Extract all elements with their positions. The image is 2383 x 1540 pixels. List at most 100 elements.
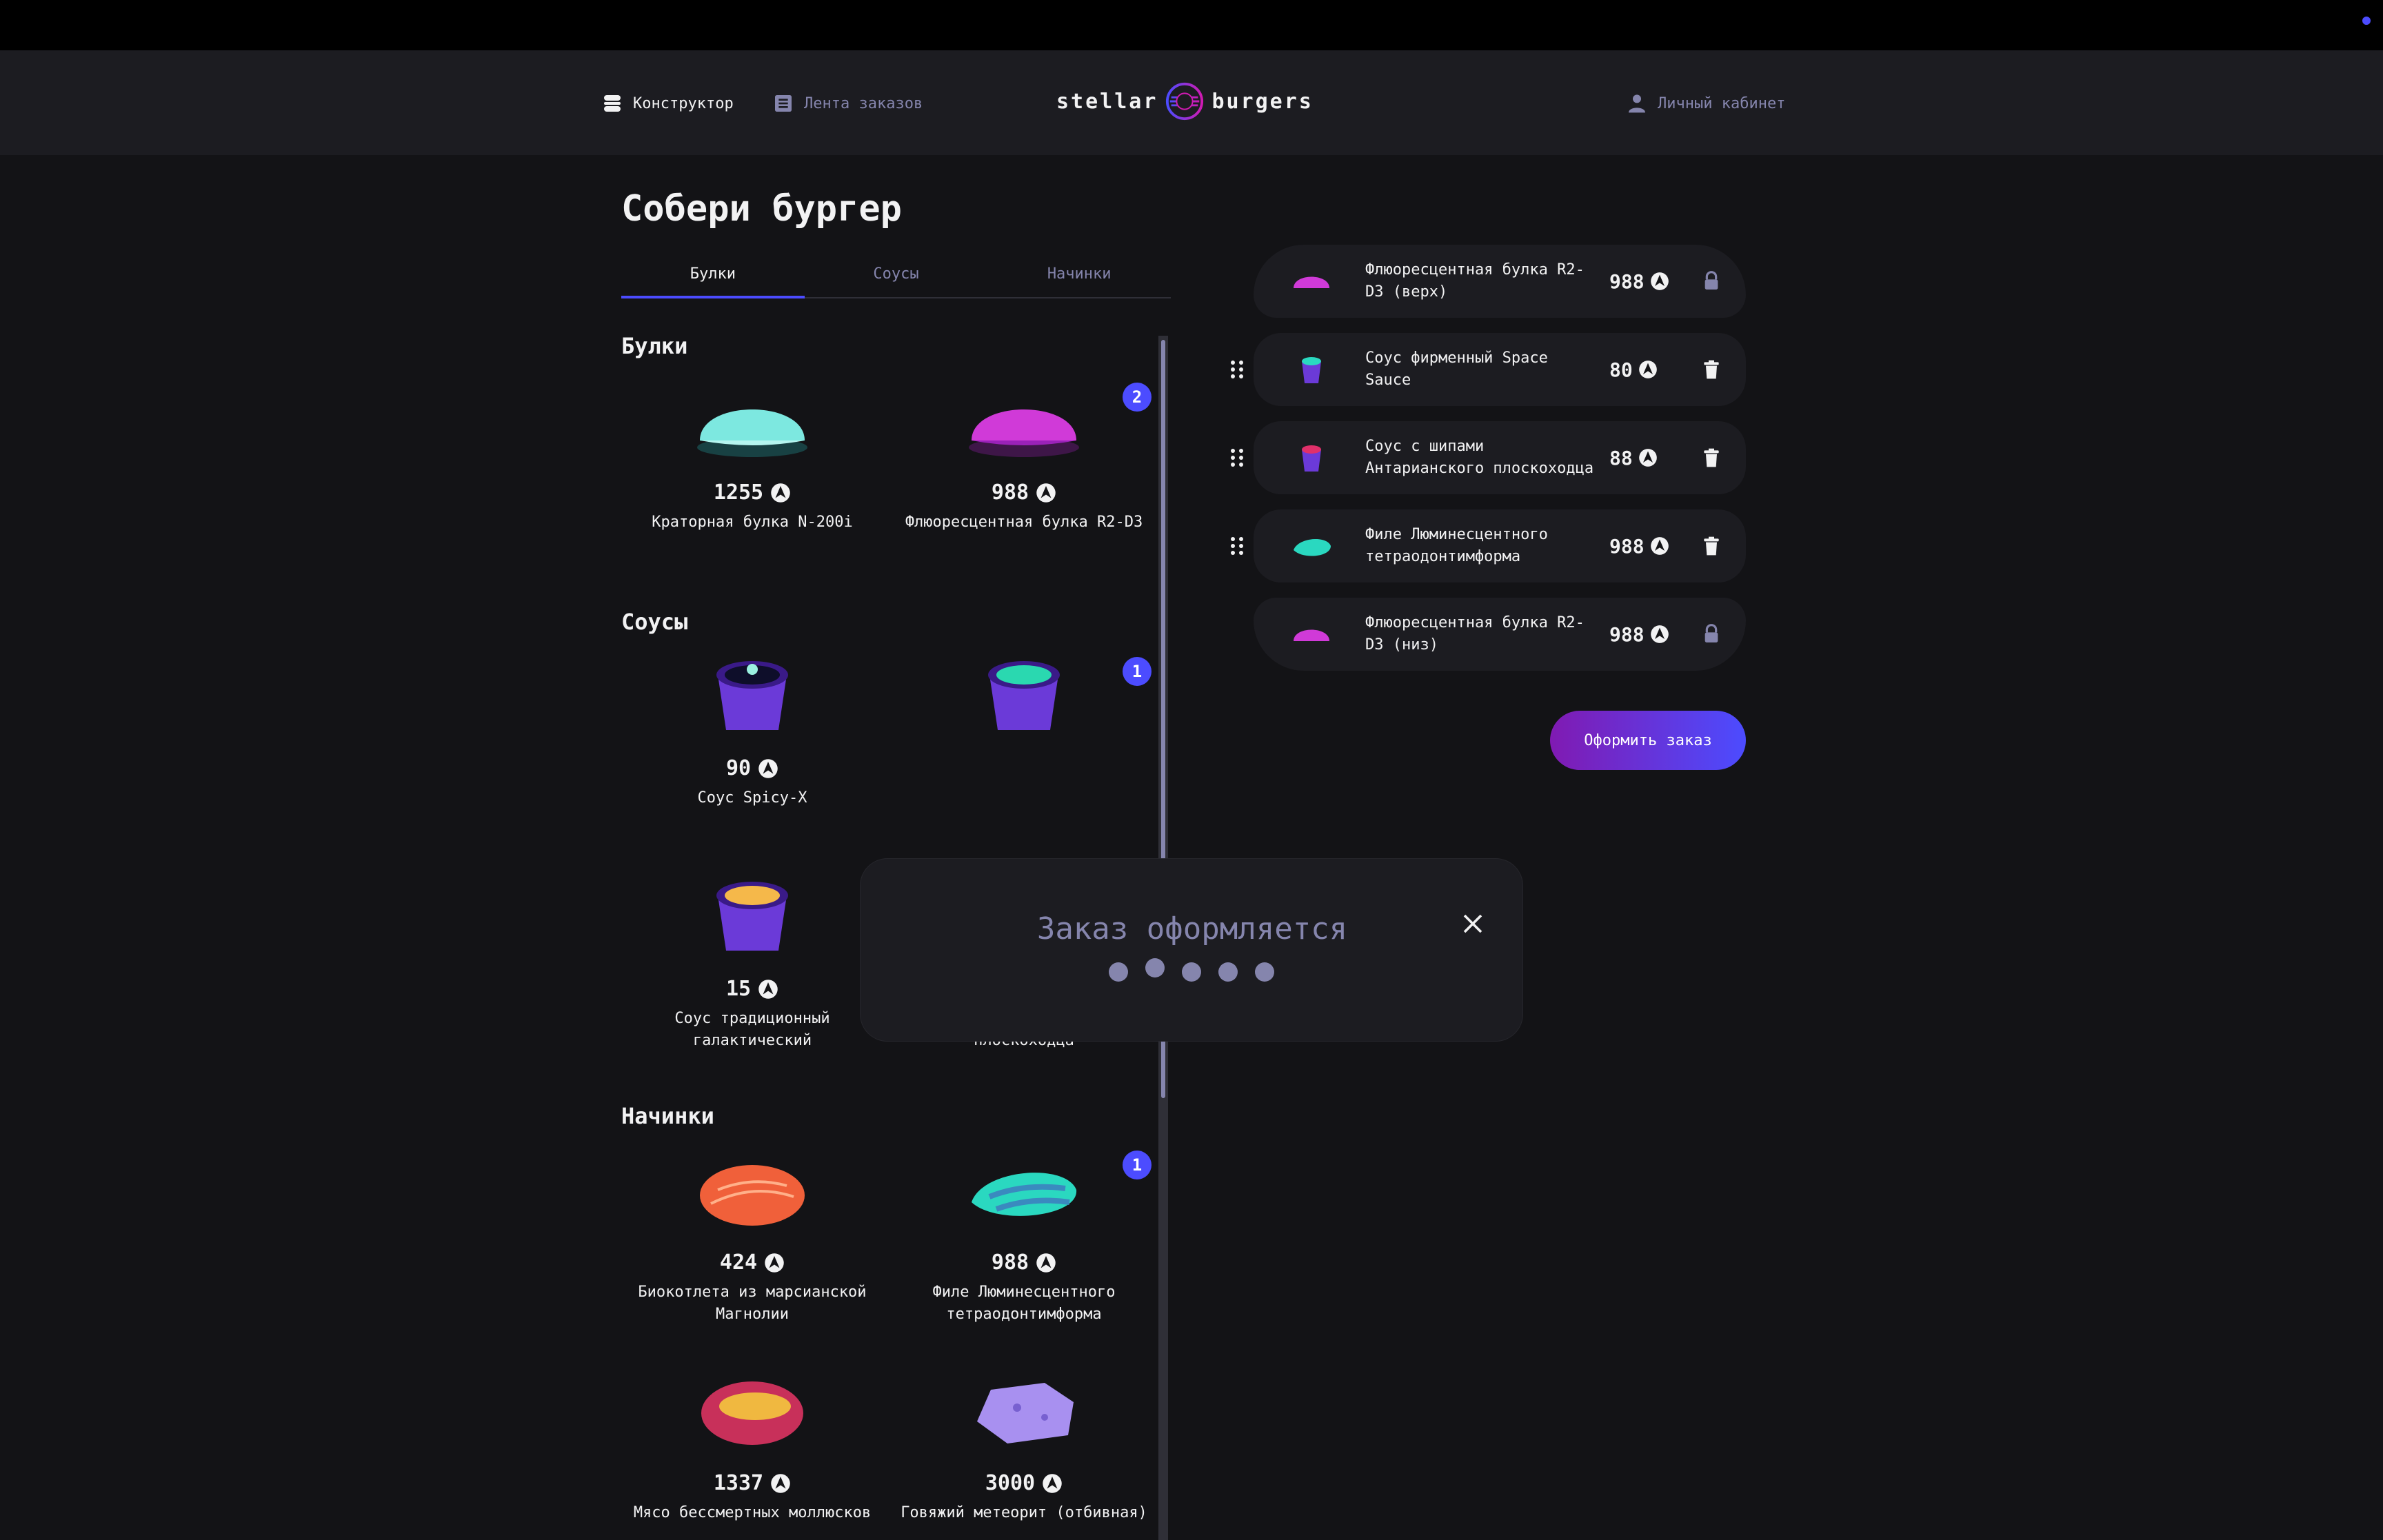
- nav-constructor[interactable]: Конструктор: [601, 88, 734, 119]
- ingredient-name: Биокотлета из марсианской Магнолии: [638, 1284, 867, 1323]
- section-title-fillings: Начинки: [621, 1103, 714, 1129]
- ingredient-price: 988: [991, 480, 1029, 505]
- bun-icon-teal: [697, 409, 807, 457]
- ingredient-price: 1255: [713, 480, 764, 505]
- mollusk-meat-icon: [701, 1381, 803, 1445]
- constructor-element-top-bun[interactable]: Флюоресцентная булка R2-D3 (верх) 988: [1254, 245, 1746, 318]
- ingredient-card[interactable]: 424 Биокотлета из марсианской Магнолии: [621, 1148, 883, 1326]
- currency-icon: [1638, 361, 1657, 378]
- app-header: Конструктор Лента заказов stellar burger…: [0, 50, 2383, 155]
- currency-icon: [1638, 449, 1657, 467]
- currency-icon: [758, 758, 778, 778]
- ingredient-card[interactable]: [893, 654, 1155, 737]
- ingredient-name: Мясо бессмертных моллюсков: [633, 1504, 872, 1521]
- list-icon: [775, 95, 792, 112]
- section-title-sauces: Соусы: [621, 609, 688, 635]
- constructor-element[interactable]: Филе Люминесцентного тетраодонтимформа 9…: [1254, 509, 1746, 582]
- logo-text-left: stellar: [1056, 89, 1158, 114]
- section-title-buns: Булки: [621, 333, 688, 359]
- loading-dot: [1182, 962, 1201, 982]
- sauce-thumb-red: [1302, 445, 1321, 472]
- tab-fillings[interactable]: Начинки: [987, 256, 1171, 297]
- constructor-element-bottom-bun[interactable]: Флюоресцентная булка R2-D3 (низ) 988: [1254, 598, 1746, 671]
- ingredient-card[interactable]: 988 Филе Люминесцентного тетраодонтимфор…: [893, 1148, 1155, 1326]
- trash-icon[interactable]: [1700, 447, 1722, 469]
- loading-dot: [1109, 962, 1128, 982]
- loading-dot: [1255, 962, 1274, 982]
- constructor-item-price: 988: [1609, 622, 1645, 646]
- nav-account[interactable]: Личный кабинет: [1626, 88, 1785, 119]
- constructor-row: Соус с шипами Антарианского плоскоходца …: [1227, 421, 1751, 494]
- bun-thumb-pink: [1294, 629, 1329, 641]
- trash-icon[interactable]: [1700, 535, 1722, 557]
- currency-icon: [1036, 483, 1056, 503]
- loading-dot: [1218, 962, 1238, 982]
- currency-icon: [1036, 1253, 1056, 1273]
- order-processing-modal: Заказ оформляется: [860, 858, 1523, 1042]
- constructor-item-name: Соус с шипами Антарианского плоскоходца: [1365, 438, 1594, 477]
- ingredient-name: Соус Spicy-X: [697, 789, 807, 807]
- loading-indicator: [1109, 958, 1274, 982]
- fish-fillet-icon-teal: [972, 1173, 1077, 1216]
- ingredient-name: Филе Люминесцентного тетраодонтимформа: [932, 1284, 1116, 1323]
- drag-handle-icon[interactable]: [1227, 447, 1247, 468]
- ingredient-count-badge: 1: [1123, 657, 1152, 686]
- constructor-item-price: 80: [1609, 358, 1633, 381]
- ingredient-price: 1337: [713, 1471, 764, 1495]
- nav-constructor-label: Конструктор: [633, 94, 734, 112]
- bun-icon-pink: [969, 409, 1079, 457]
- constructor-element[interactable]: Соус фирменный Space Sauce 80: [1254, 333, 1746, 406]
- ingredient-name: Флюоресцентная булка R2-D3: [905, 514, 1143, 531]
- currency-icon: [771, 483, 790, 503]
- currency-icon: [765, 1253, 784, 1273]
- user-icon: [1629, 94, 1645, 113]
- nav-account-label: Личный кабинет: [1658, 94, 1786, 112]
- ingredient-price: 3000: [985, 1471, 1036, 1495]
- constructor-row: Флюоресцентная булка R2-D3 (низ) 988: [1227, 598, 1751, 671]
- ingredient-card[interactable]: 90 Соус Spicy-X: [621, 654, 883, 809]
- currency-icon: [1650, 272, 1669, 290]
- sauce-cup-icon-green: [988, 661, 1060, 730]
- nav-order-feed[interactable]: Лента заказов: [772, 88, 923, 119]
- constructor-item-price: 88: [1609, 446, 1633, 469]
- sauce-cup-icon-dark: [716, 661, 788, 730]
- ingredient-count-badge: 1: [1123, 1151, 1152, 1179]
- page-title: Собери бургер: [621, 188, 902, 230]
- nav-feed-label: Лента заказов: [804, 94, 923, 112]
- ingredient-card[interactable]: 15 Соус традиционный галактический: [621, 875, 883, 1052]
- lock-icon: [1705, 624, 1718, 642]
- ingredient-card[interactable]: 988 Флюоресцентная булка R2-D3: [893, 378, 1155, 534]
- tab-buns[interactable]: Булки: [621, 256, 805, 298]
- ingredient-price: 424: [719, 1250, 758, 1275]
- constructor-item-price: 988: [1609, 270, 1645, 293]
- ingredient-count-badge: 2: [1123, 383, 1152, 412]
- drag-handle-icon[interactable]: [1227, 536, 1247, 556]
- ingredient-price: 988: [991, 1250, 1029, 1275]
- currency-icon: [771, 1473, 790, 1493]
- logo[interactable]: stellar burgers: [1056, 81, 1314, 121]
- ingredient-card[interactable]: 1255 Краторная булка N-200i: [621, 378, 883, 534]
- meteorite-icon: [977, 1383, 1074, 1443]
- close-icon[interactable]: [1460, 911, 1485, 936]
- place-order-button[interactable]: Оформить заказ: [1550, 711, 1746, 770]
- currency-icon: [1043, 1473, 1062, 1493]
- ingredient-card[interactable]: 3000 Говяжий метеорит (отбивная): [893, 1369, 1155, 1524]
- ingredient-price: 90: [725, 756, 752, 780]
- currency-icon: [1650, 537, 1669, 555]
- ingredient-name: Краторная булка N-200i: [652, 514, 853, 531]
- burger-icon: [604, 95, 621, 112]
- constructor-item-name: Филе Люминесцентного тетраодонтимформа: [1365, 526, 1548, 565]
- ingredient-card[interactable]: 1337 Мясо бессмертных моллюсков: [621, 1369, 883, 1524]
- loading-dot: [1145, 958, 1165, 977]
- modal-title: Заказ оформляется: [1036, 911, 1348, 946]
- drag-handle-icon[interactable]: [1227, 359, 1247, 380]
- patty-icon-orange: [700, 1165, 805, 1226]
- constructor-item-price: 988: [1609, 534, 1645, 558]
- main-content: Собери бургер Булки Соусы Начинки Булки …: [0, 155, 2383, 1540]
- tab-sauces[interactable]: Соусы: [805, 256, 988, 297]
- fillet-thumb: [1294, 538, 1331, 556]
- lock-icon: [1705, 271, 1718, 290]
- constructor-element[interactable]: Соус с шипами Антарианского плоскоходца …: [1254, 421, 1746, 494]
- trash-icon[interactable]: [1700, 358, 1722, 381]
- constructor-item-name: Флюоресцентная булка R2-D3 (низ): [1365, 614, 1585, 654]
